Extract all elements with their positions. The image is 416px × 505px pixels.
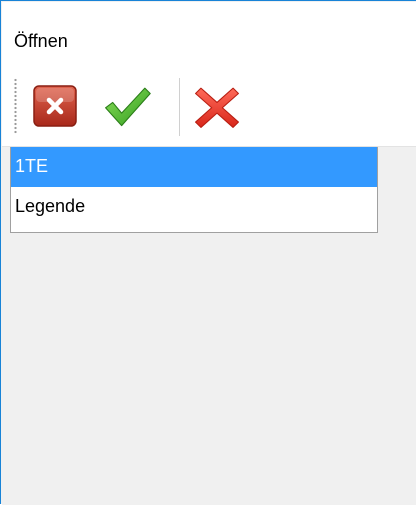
dialog-window: Öffnen 1TE Legende: [0, 0, 416, 505]
content-area: 1TE Legende: [2, 147, 416, 505]
title-bar: Öffnen: [2, 2, 416, 66]
list-item-1te[interactable]: 1TE: [11, 147, 377, 187]
ok-button[interactable]: [102, 80, 152, 132]
close-box-icon: [33, 85, 77, 127]
list-item-legende[interactable]: Legende: [11, 187, 377, 227]
file-list: 1TE Legende: [10, 147, 378, 233]
delete-button[interactable]: [192, 80, 242, 132]
toolbar: [2, 66, 416, 147]
red-x-icon: [195, 87, 239, 128]
window-title: Öffnen: [14, 31, 68, 51]
checkmark-icon: [105, 87, 151, 127]
cancel-button[interactable]: [30, 80, 80, 132]
toolbar-separator: [179, 78, 181, 136]
toolbar-grip[interactable]: [14, 78, 17, 134]
